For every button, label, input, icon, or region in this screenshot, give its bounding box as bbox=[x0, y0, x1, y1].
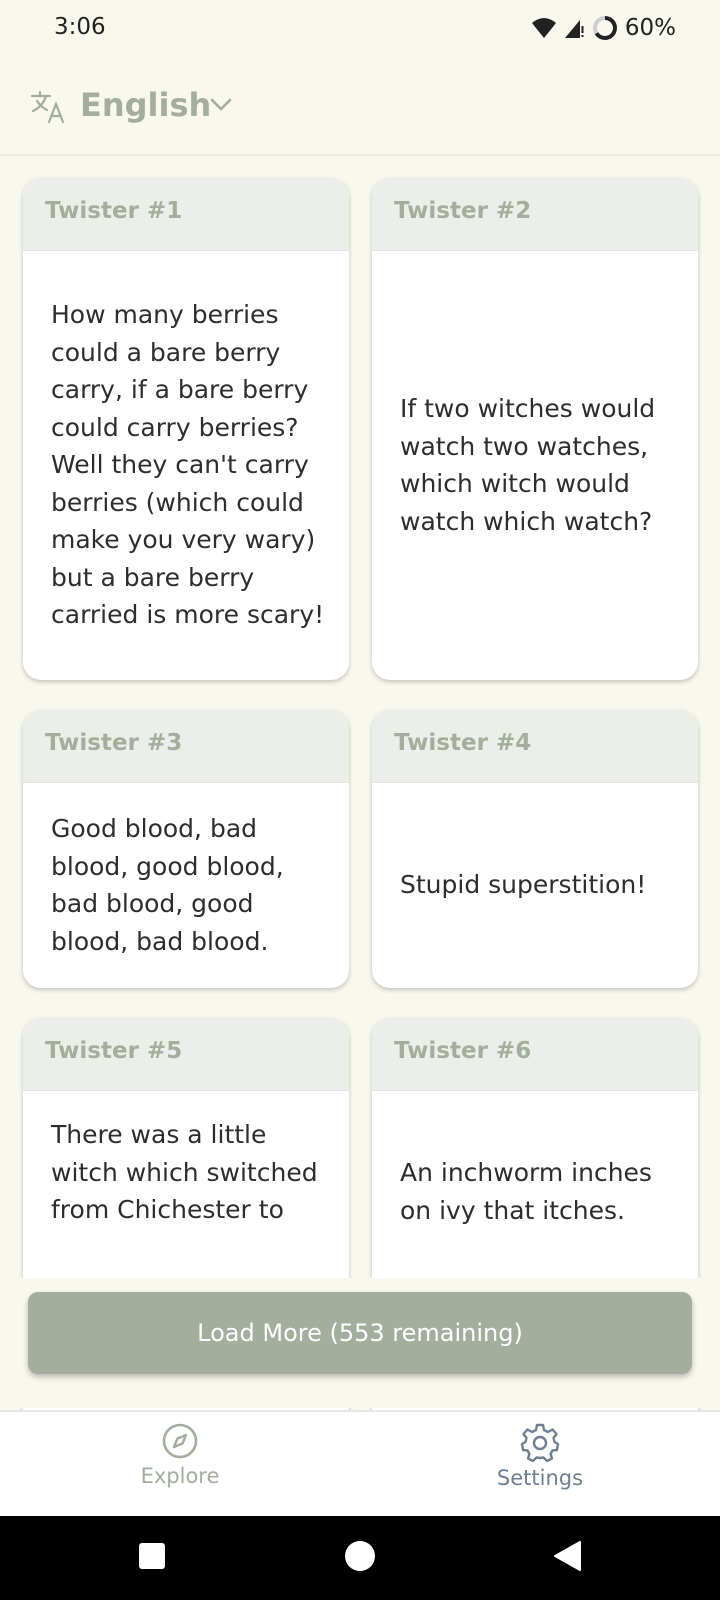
back-icon[interactable] bbox=[552, 1540, 582, 1572]
card-header: Twister #4 bbox=[372, 710, 698, 783]
twister-card-1[interactable]: Twister #1 How many berries could a bare… bbox=[23, 178, 349, 680]
chevron-down-icon[interactable] bbox=[210, 98, 232, 112]
card-title: Twister #4 bbox=[394, 730, 532, 756]
card-title: Twister #1 bbox=[45, 198, 183, 224]
card-title: Twister #3 bbox=[45, 730, 183, 756]
card-text: Good blood, bad blood, good blood, bad b… bbox=[51, 814, 284, 956]
card-text: If two witches would watch two watches, … bbox=[400, 394, 656, 536]
recents-icon[interactable] bbox=[138, 1542, 166, 1570]
translate-icon[interactable] bbox=[30, 90, 66, 124]
load-more-button[interactable]: Load More (553 remaining) bbox=[28, 1292, 692, 1374]
gear-icon bbox=[520, 1423, 560, 1462]
cell-signal-icon bbox=[564, 20, 584, 38]
nav-explore-label: Explore bbox=[140, 1464, 220, 1488]
bottom-nav: Explore Settings bbox=[0, 1410, 720, 1518]
card-body: Stupid superstition! bbox=[400, 782, 674, 988]
card-header: Twister #5 bbox=[23, 1018, 349, 1091]
card-text: An inchworm inches on ivy that itches. bbox=[400, 1158, 652, 1225]
battery-percent: 60% bbox=[624, 15, 676, 41]
card-header: Twister #2 bbox=[372, 178, 698, 251]
card-title: Twister #5 bbox=[45, 1038, 183, 1064]
nav-settings-label: Settings bbox=[496, 1466, 584, 1490]
card-text: There was a little witch which switched … bbox=[51, 1120, 318, 1224]
status-bar: 3:06 60% bbox=[0, 0, 720, 60]
card-body: Good blood, bad blood, good blood, bad b… bbox=[51, 782, 325, 988]
system-nav-bar bbox=[0, 1516, 720, 1600]
compass-icon bbox=[162, 1423, 198, 1459]
card-body: If two witches would watch two watches, … bbox=[400, 250, 674, 680]
status-time: 3:06 bbox=[54, 14, 106, 40]
language-bar: English bbox=[0, 62, 720, 156]
home-icon[interactable] bbox=[344, 1540, 376, 1572]
twister-card-2[interactable]: Twister #2 If two witches would watch tw… bbox=[372, 178, 698, 680]
nav-settings[interactable]: Settings bbox=[440, 1422, 640, 1490]
battery-icon bbox=[592, 16, 617, 40]
card-header: Twister #3 bbox=[23, 710, 349, 783]
load-more-area: Load More (553 remaining) bbox=[0, 1278, 720, 1408]
language-label[interactable]: English bbox=[80, 86, 211, 124]
status-icons: 60% bbox=[531, 14, 676, 42]
card-text: How many berries could a bare berry carr… bbox=[51, 300, 325, 630]
card-title: Twister #6 bbox=[394, 1038, 532, 1064]
twister-card-4[interactable]: Twister #4 Stupid superstition! bbox=[372, 710, 698, 988]
card-body: How many berries could a bare berry carr… bbox=[51, 250, 325, 680]
card-text: Stupid superstition! bbox=[400, 870, 647, 900]
card-header: Twister #6 bbox=[372, 1018, 698, 1091]
twister-card-3[interactable]: Twister #3 Good blood, bad blood, good b… bbox=[23, 710, 349, 988]
card-header: Twister #1 bbox=[23, 178, 349, 251]
card-title: Twister #2 bbox=[394, 198, 532, 224]
wifi-icon bbox=[531, 18, 556, 38]
nav-explore[interactable]: Explore bbox=[80, 1422, 280, 1488]
